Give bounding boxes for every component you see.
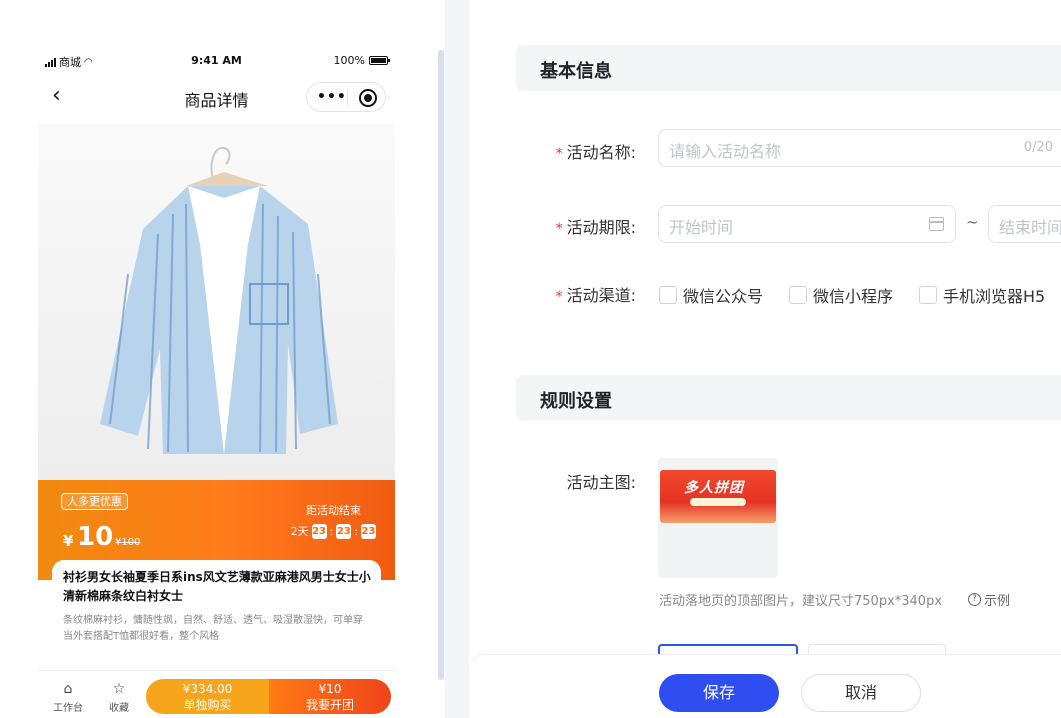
start-time-placeholder: 开始时间 (669, 218, 734, 237)
period-separator: ~ (966, 213, 979, 231)
calendar-icon (929, 217, 944, 231)
activity-channel-text: 活动渠道: (566, 286, 636, 305)
countdown-hours: 23 (311, 523, 327, 539)
product-description: 条纹棉麻衬衫，慵随性飒，自然、舒适、透气、吸湿散湿快，可单穿当外套搭配T恤都很好… (63, 615, 363, 642)
page: 商城 ◠ 9:41 AM 100% ‹ 商品详情 ••• 人多更优惠 ¥ 10 … (0, 0, 1061, 718)
section-title-rules: 规则设置 (540, 391, 612, 412)
single-price: ¥334.00 (182, 682, 233, 696)
preview-scrollbar[interactable] (438, 50, 444, 680)
buy-single-button[interactable]: ¥334.00 单独购买 (146, 679, 269, 714)
main-image-label: 活动主图: (566, 473, 636, 492)
rules-section: 规则设置 (516, 375, 1061, 421)
channel-option-label: 微信公众号 (683, 287, 764, 306)
activity-channel-label: * 活动渠道: (546, 282, 636, 306)
channel-option-label: 手机浏览器H5 (943, 287, 1046, 306)
banner-thumbnail: 多人拼团 (660, 470, 776, 523)
panel-divider (445, 0, 469, 718)
favorite-button[interactable]: ☆ 收藏 (99, 681, 139, 714)
channel-h5[interactable]: 手机浏览器H5 (919, 283, 1045, 307)
group-btn-label: 我要开团 (305, 698, 354, 712)
banner-title: 多人拼团 (684, 480, 744, 496)
purchase-bar: ⌂ 工作台 ☆ 收藏 ¥334.00 单独购买 ¥10 我要开团 (38, 670, 395, 718)
activity-name-input[interactable]: 请输入活动名称 0/20 (658, 129, 1061, 167)
favorite-label: 收藏 (109, 703, 129, 714)
battery-label: 100% (333, 54, 365, 67)
activity-period-text: 活动期限: (566, 218, 636, 237)
banner-subbar (690, 498, 746, 506)
example-label: 示例 (984, 594, 1011, 609)
group-price: 10 (77, 522, 114, 552)
product-image (38, 124, 395, 480)
workbench-label: 工作台 (53, 703, 83, 714)
capsule-divider (347, 90, 348, 106)
promo-tag: 人多更优惠 (61, 493, 128, 510)
activity-name-placeholder: 请输入活动名称 (669, 142, 782, 161)
cancel-button[interactable]: 取消 (801, 674, 921, 712)
battery-icon (369, 56, 390, 65)
more-icon[interactable]: ••• (317, 89, 347, 105)
star-icon: ☆ (112, 681, 126, 697)
shop-icon: ⌂ (63, 681, 73, 697)
start-group-button[interactable]: ¥10 我要开团 (269, 679, 391, 714)
required-mark: * (555, 289, 563, 305)
workbench-button[interactable]: ⌂ 工作台 (48, 681, 88, 714)
close-target-icon[interactable] (359, 89, 377, 107)
countdown: 2天 23: 23: 23 (290, 523, 376, 539)
checkbox[interactable] (919, 286, 937, 304)
basic-info-section: 基本信息 (516, 45, 1061, 91)
checkbox[interactable] (789, 286, 807, 304)
activity-name-text: 活动名称: (566, 143, 636, 162)
single-label: 单独购买 (183, 698, 232, 712)
required-mark: * (555, 146, 563, 162)
status-right: 100% (333, 54, 390, 67)
mini-program-capsule: ••• (306, 82, 386, 112)
original-price: ¥100 (115, 537, 141, 548)
end-time-placeholder: 结束时间 (999, 218, 1061, 237)
question-icon: ? (968, 593, 981, 606)
price-currency: ¥ (63, 532, 74, 550)
countdown-days: 2天 (290, 525, 309, 538)
countdown-minutes: 23 (336, 523, 352, 539)
start-time-picker[interactable]: 开始时间 (658, 205, 956, 243)
countdown-label: 距活动结束 (306, 504, 361, 517)
status-bar: 商城 ◠ 9:41 AM 100% (38, 50, 395, 72)
main-image-upload[interactable]: 多人拼团 (658, 458, 778, 578)
product-info-card: 衬衫男女长袖夏季日系ins风文艺薄款亚麻港风男士女士小清新棉麻条纹白衬女士 条纹… (52, 560, 381, 670)
example-link[interactable]: ? 示例 (968, 590, 1010, 609)
product-title: 衬衫男女长袖夏季日系ins风文艺薄款亚麻港风男士女士小清新棉麻条纹白衬女士 (63, 570, 371, 603)
section-title-basic: 基本信息 (540, 61, 612, 82)
end-time-picker[interactable]: 结束时间 (988, 205, 1061, 243)
channel-wechat-official[interactable]: 微信公众号 (659, 283, 763, 307)
preview-panel: 商城 ◠ 9:41 AM 100% ‹ 商品详情 ••• 人多更优惠 ¥ 10 … (0, 0, 445, 718)
char-counter: 0/20 (1023, 140, 1053, 155)
save-button[interactable]: 保存 (659, 674, 779, 712)
shirt-illustration (100, 146, 338, 454)
channel-mini-program[interactable]: 微信小程序 (789, 283, 893, 307)
nav-bar: ‹ 商品详情 ••• (38, 72, 395, 124)
buy-buttons: ¥334.00 单独购买 ¥10 我要开团 (146, 679, 391, 714)
required-mark: * (555, 221, 563, 237)
group-btn-price: ¥10 (318, 682, 342, 696)
countdown-seconds: 23 (361, 523, 376, 539)
channel-option-label: 微信小程序 (813, 287, 894, 306)
image-help-text: 活动落地页的顶部图片，建议尺寸750px*340px (659, 594, 943, 609)
phone-preview: 商城 ◠ 9:41 AM 100% ‹ 商品详情 ••• 人多更优惠 ¥ 10 … (38, 50, 395, 718)
activity-period-label: * 活动期限: (546, 214, 636, 238)
activity-name-label: * 活动名称: (546, 139, 636, 163)
checkbox[interactable] (659, 286, 677, 304)
